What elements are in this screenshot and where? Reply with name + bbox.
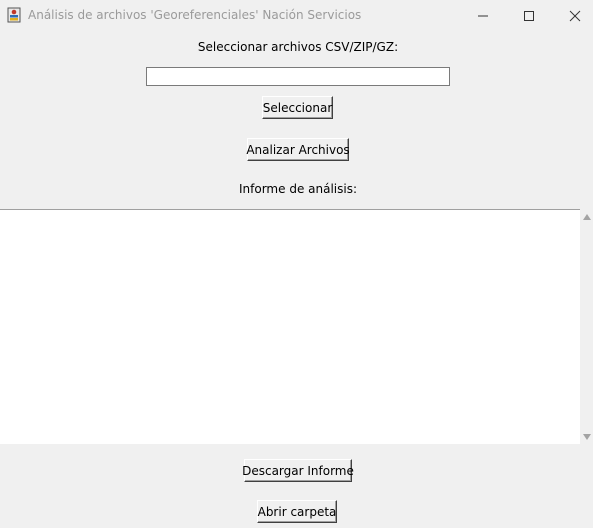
analyze-files-button[interactable]: Analizar Archivos (246, 138, 350, 161)
select-button[interactable]: Seleccionar (262, 96, 333, 119)
file-path-input[interactable] (146, 67, 450, 86)
window-title: Análisis de archivos 'Georeferenciales' … (28, 8, 362, 22)
report-label: Informe de análisis: (239, 182, 357, 196)
report-text-area[interactable] (0, 209, 580, 444)
maximize-icon (524, 11, 534, 21)
select-files-label: Seleccionar archivos CSV/ZIP/GZ: (197, 40, 399, 54)
maximize-button[interactable] (506, 0, 552, 31)
report-scrollbar[interactable] (580, 209, 593, 444)
title-bar[interactable]: Análisis de archivos 'Georeferenciales' … (0, 0, 593, 31)
scroll-up-arrow-icon[interactable] (583, 214, 591, 220)
close-button[interactable] (552, 0, 593, 31)
minimize-icon (478, 15, 488, 17)
scroll-down-arrow-icon[interactable] (583, 434, 591, 440)
minimize-button[interactable] (460, 0, 506, 31)
app-icon (7, 7, 21, 23)
open-folder-button[interactable]: Abrir carpeta (257, 500, 337, 523)
download-report-button[interactable]: Descargar Informe (242, 459, 354, 482)
close-icon (569, 10, 581, 22)
